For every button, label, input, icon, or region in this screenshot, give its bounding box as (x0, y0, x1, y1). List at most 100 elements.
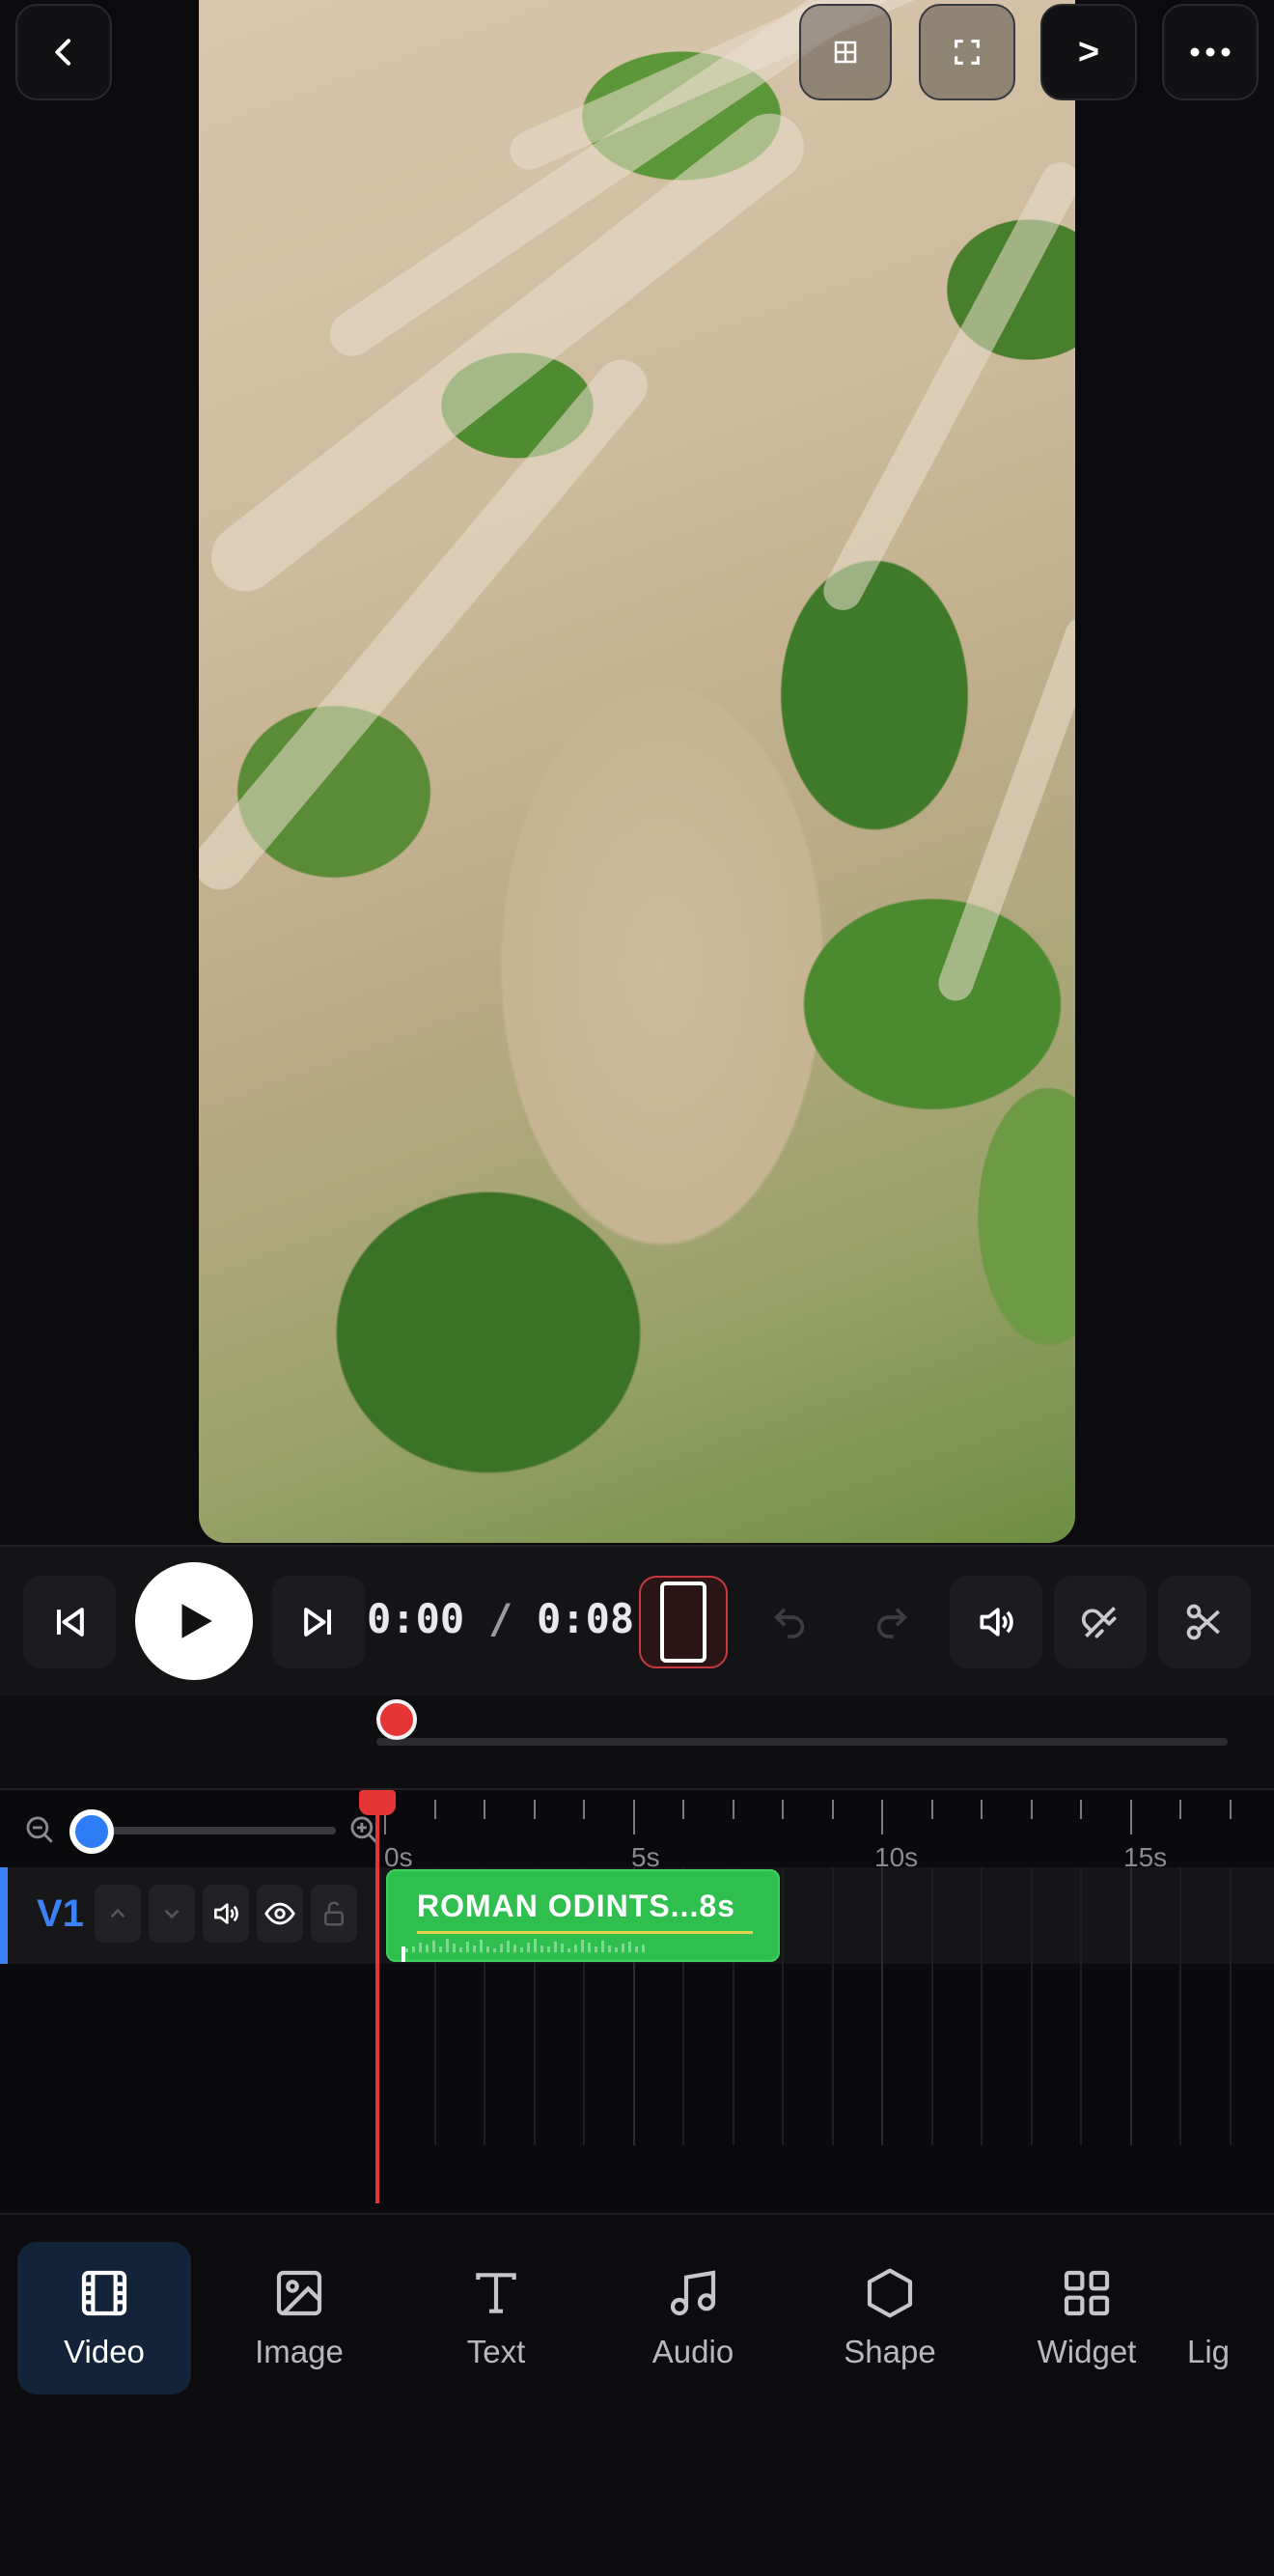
bottom-toolbar: Video Image Text Audio Shape Widget Lig (0, 2213, 1274, 2576)
skip-back-icon (56, 1608, 84, 1637)
waveform-bar (405, 1948, 408, 1952)
music-icon (670, 2270, 716, 2316)
timeline-grid-line (832, 1867, 834, 2145)
timeline-grid-line (1179, 1867, 1181, 2145)
track-visibility-button[interactable] (257, 1885, 303, 1943)
waveform-bar (635, 1946, 638, 1952)
waveform-bar (432, 1941, 435, 1952)
back-button[interactable] (15, 4, 112, 100)
next-label: > (1077, 31, 1100, 72)
skip-forward-button[interactable] (272, 1576, 365, 1668)
waveform-bar (622, 1944, 624, 1952)
timeline-grid-line (881, 1867, 883, 2145)
tab-label: Widget (1037, 2334, 1137, 2369)
waveform-bar (459, 1947, 462, 1952)
tab-label: Shape (844, 2334, 936, 2369)
skip-forward-icon (304, 1608, 332, 1637)
volume-icon (980, 1608, 1013, 1637)
waveform-bar (486, 1946, 489, 1952)
magnet-snap-button[interactable] (1054, 1576, 1147, 1668)
zoom-track[interactable] (91, 1827, 336, 1834)
tab-label: Text (466, 2334, 526, 2369)
move-track-down-button[interactable] (149, 1885, 195, 1943)
fullscreen-button[interactable] (919, 4, 1015, 100)
scrub-bar[interactable] (0, 1695, 1274, 1788)
waveform-bar (642, 1945, 645, 1952)
layout-button[interactable] (799, 4, 892, 100)
track-mute-button[interactable] (203, 1885, 249, 1943)
move-track-up-button[interactable] (95, 1885, 141, 1943)
scrub-track[interactable] (376, 1738, 1228, 1746)
clip-trim-handle[interactable] (402, 1946, 405, 1962)
ruler-minor-tick (832, 1800, 834, 1819)
waveform-bar (554, 1942, 557, 1952)
tab-shape[interactable]: Shape (803, 2242, 977, 2394)
tab-image[interactable]: Image (212, 2242, 386, 2394)
ruler-minor-tick (1230, 1800, 1232, 1819)
chevron-left-icon (55, 39, 70, 66)
ruler-minor-tick (534, 1800, 536, 1819)
waveform-bar (439, 1946, 442, 1952)
volume-button[interactable] (950, 1576, 1042, 1668)
waveform-bar (513, 1945, 516, 1952)
play-button[interactable] (135, 1562, 253, 1680)
redo-icon (876, 1608, 907, 1638)
ruler-minor-tick (484, 1800, 485, 1819)
tab-widget[interactable]: Widget (1000, 2242, 1174, 2394)
timeline-grid-line (931, 1867, 933, 2145)
ruler-major-tick (633, 1800, 635, 1834)
zoom-out-icon[interactable] (23, 1813, 56, 1846)
waveform-bar (568, 1948, 570, 1952)
aspect-ratio-button[interactable] (639, 1576, 728, 1668)
unlock-icon (324, 1901, 344, 1926)
tab-video[interactable]: Video (17, 2242, 191, 2394)
waveform-bar (561, 1944, 564, 1952)
ruler-major-tick (1130, 1800, 1132, 1834)
tab-audio[interactable]: Audio (606, 2242, 780, 2394)
waveform-bar (412, 1946, 415, 1952)
ruler-minor-tick (733, 1800, 734, 1819)
waveform-bar (547, 1946, 550, 1952)
video-clip[interactable]: ROMAN ODINTS...8s (386, 1869, 780, 1962)
waveform-bar (453, 1944, 456, 1952)
zoom-handle[interactable] (69, 1809, 114, 1854)
duration: 0:08 (537, 1595, 635, 1642)
track-lock-button[interactable] (311, 1885, 357, 1943)
chevron-up-icon (110, 1908, 125, 1918)
film-icon (81, 2270, 127, 2316)
ruler-minor-tick (981, 1800, 983, 1819)
undo-icon (774, 1608, 805, 1638)
skip-back-button[interactable] (23, 1576, 116, 1668)
scrub-handle[interactable] (376, 1699, 417, 1740)
playhead-handle[interactable] (359, 1790, 396, 1815)
redo-button[interactable] (845, 1576, 938, 1668)
waveform-bar (588, 1943, 591, 1952)
play-icon (181, 1604, 212, 1638)
hexagon-icon (867, 2268, 913, 2318)
chevron-down-icon (164, 1909, 180, 1919)
waveform-bar (595, 1946, 597, 1952)
waveform-bar (608, 1946, 611, 1952)
waveform-bar (507, 1941, 510, 1952)
tab-light[interactable]: Lig (1187, 2242, 1274, 2394)
more-horizontal-icon (1190, 47, 1231, 57)
playhead[interactable] (375, 1790, 379, 2203)
timeline[interactable]: 0s 5s 10s 15s V1 ROMAN ODINTS...8s (0, 1788, 1274, 2213)
video-preview[interactable] (199, 0, 1075, 1543)
timeline-grid-line (1031, 1867, 1033, 2145)
ruler-minor-tick (682, 1800, 684, 1819)
ruler-minor-tick (434, 1800, 436, 1819)
tab-text[interactable]: Text (409, 2242, 583, 2394)
waveform-bar (534, 1939, 537, 1952)
timeline-grid-line (1130, 1867, 1132, 2145)
more-button[interactable] (1162, 4, 1259, 100)
undo-button[interactable] (743, 1576, 836, 1668)
split-button[interactable] (1158, 1576, 1251, 1668)
ruler-minor-tick (1031, 1800, 1033, 1819)
ruler-minor-tick (583, 1800, 585, 1819)
next-button[interactable]: > (1040, 4, 1137, 100)
ruler-minor-tick (782, 1800, 784, 1819)
ruler-major-tick (881, 1800, 883, 1834)
waveform-bar (527, 1943, 530, 1952)
text-icon (476, 2273, 516, 2313)
